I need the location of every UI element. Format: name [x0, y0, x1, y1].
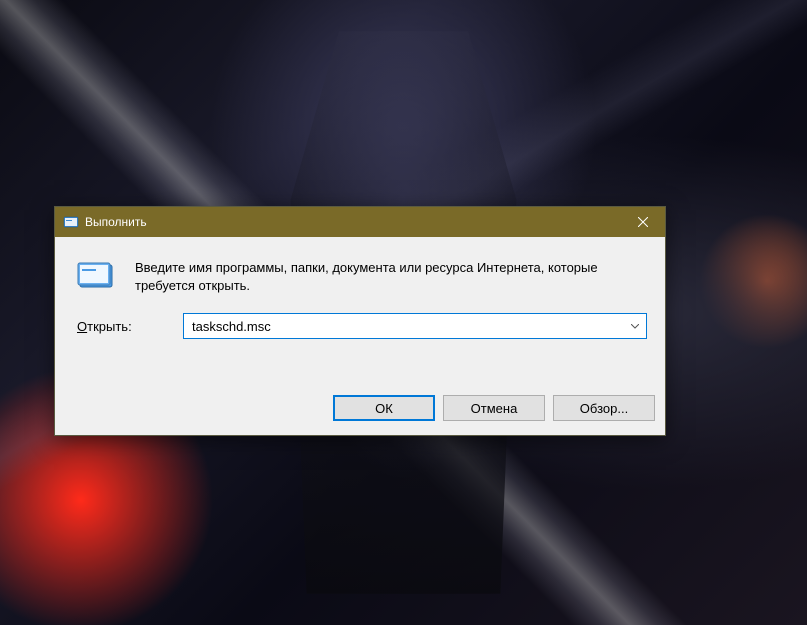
input-row: Открыть:	[73, 313, 647, 339]
open-input[interactable]	[183, 313, 647, 339]
run-dialog: Выполнить Введите имя программы, папки, …	[54, 206, 666, 436]
run-dialog-icon	[77, 261, 117, 293]
button-row: ОК Отмена Обзор...	[55, 381, 665, 435]
ok-button[interactable]: ОК	[333, 395, 435, 421]
open-combobox[interactable]	[183, 313, 647, 339]
open-label: Открыть:	[73, 319, 173, 334]
dialog-body: Введите имя программы, папки, документа …	[55, 237, 665, 381]
dialog-title: Выполнить	[85, 215, 620, 229]
info-row: Введите имя программы, папки, документа …	[73, 259, 647, 295]
chevron-down-icon	[631, 324, 639, 329]
close-button[interactable]	[620, 207, 665, 237]
info-text: Введите имя программы, папки, документа …	[135, 259, 647, 295]
browse-button[interactable]: Обзор...	[553, 395, 655, 421]
close-icon	[638, 217, 648, 227]
combo-dropdown-button[interactable]	[624, 314, 646, 338]
titlebar[interactable]: Выполнить	[55, 207, 665, 237]
cancel-button[interactable]: Отмена	[443, 395, 545, 421]
run-titlebar-icon	[63, 214, 79, 230]
